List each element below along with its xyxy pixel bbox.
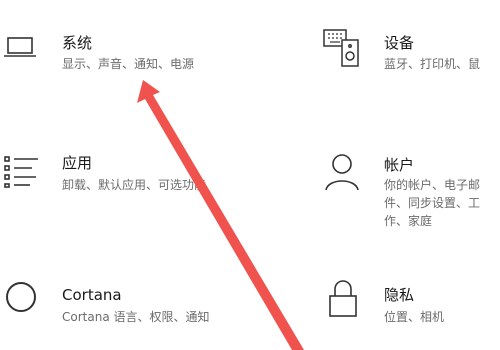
tile-description: 你的帐户、电子邮件、同步设置、工作、家庭 bbox=[384, 178, 481, 228]
settings-tile-devices[interactable]: 设备 蓝牙、打印机、鼠 bbox=[322, 26, 500, 86]
settings-tile-system[interactable]: 系统 显示、声音、通知、电源 bbox=[0, 28, 240, 88]
tile-title: 系统 bbox=[62, 34, 93, 52]
settings-tile-privacy[interactable]: 隐私 位置、相机 bbox=[322, 278, 500, 334]
tile-description: Cortana 语言、权限、通知 bbox=[62, 310, 210, 324]
person-icon bbox=[322, 152, 362, 192]
keyboard-speaker-icon bbox=[322, 26, 362, 68]
tile-description: 位置、相机 bbox=[384, 310, 445, 324]
tile-description: 卸载、默认应用、可选功能 bbox=[62, 178, 207, 192]
tile-title: Cortana bbox=[62, 286, 122, 304]
tile-title: 帐户 bbox=[384, 156, 415, 174]
settings-tile-apps[interactable]: 应用 卸载、默认应用、可选功能 bbox=[0, 152, 240, 208]
tile-title: 应用 bbox=[62, 154, 93, 172]
tile-title: 隐私 bbox=[384, 286, 415, 304]
tile-title: 设备 bbox=[384, 34, 415, 52]
lock-icon bbox=[324, 278, 362, 318]
laptop-icon bbox=[2, 32, 38, 62]
cortana-circle-icon bbox=[2, 278, 40, 316]
settings-tile-cortana[interactable]: Cortana Cortana 语言、权限、通知 bbox=[0, 278, 240, 334]
tile-description: 蓝牙、打印机、鼠 bbox=[384, 57, 481, 71]
apps-list-icon bbox=[2, 152, 40, 190]
settings-tile-accounts[interactable]: 帐户 你的帐户、电子邮件、同步设置、工作、家庭 bbox=[322, 152, 500, 228]
tile-description: 显示、声音、通知、电源 bbox=[62, 57, 195, 71]
